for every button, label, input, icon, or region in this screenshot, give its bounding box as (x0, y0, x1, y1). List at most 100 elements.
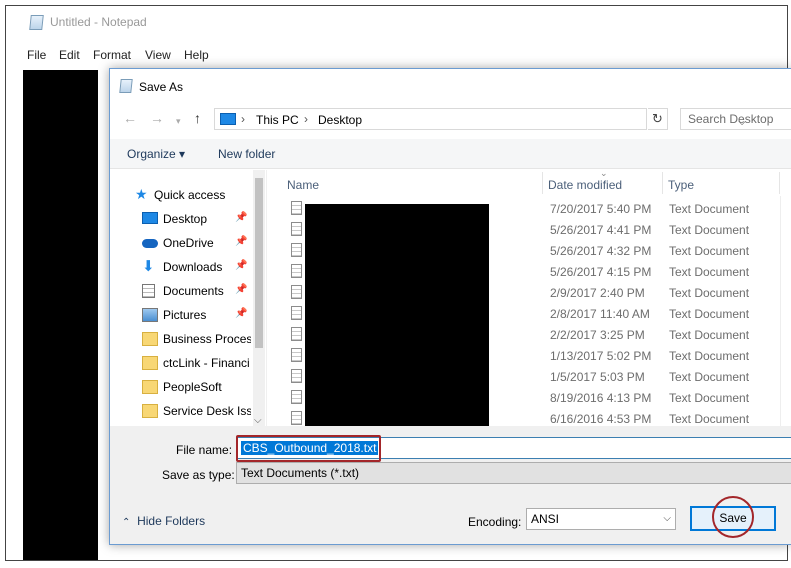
pin-icon: 📌 (235, 212, 248, 223)
nav-item-downloads[interactable]: ⬇ Downloads 📌 (110, 256, 254, 278)
save-type-select[interactable]: Text Documents (*.txt) (236, 462, 791, 484)
text-file-icon (291, 348, 302, 362)
column-divider[interactable] (542, 172, 543, 194)
documents-icon (142, 284, 155, 298)
encoding-select[interactable]: ANSI ⌵ (526, 508, 676, 530)
desktop-icon (142, 212, 158, 224)
text-file-icon (291, 243, 302, 257)
dialog-footer: File name: CBS_Outbound_2018.txt Save as… (110, 426, 791, 544)
menu-file[interactable]: File (27, 48, 46, 62)
file-date: 6/16/2016 4:53 PM (550, 412, 652, 426)
text-file-icon (291, 285, 302, 299)
dialog-title: Save As (139, 80, 184, 94)
annotation-highlight-box (236, 435, 381, 462)
text-file-icon (291, 222, 302, 236)
breadcrumb-this-pc[interactable]: This PC (256, 113, 299, 127)
file-date: 5/26/2017 4:32 PM (550, 244, 652, 258)
pin-icon: 📌 (235, 236, 248, 247)
file-list-scrollbar[interactable] (780, 196, 791, 426)
column-type[interactable]: Type (668, 178, 694, 192)
scrollbar-thumb[interactable] (255, 178, 263, 348)
navigation-pane: ★ Quick access Desktop 📌 OneDrive 📌 ⬇ Do… (110, 170, 266, 426)
nav-item-peoplesoft[interactable]: PeopleSoft (110, 376, 254, 398)
nav-pane-scrollbar[interactable]: ⌵ (253, 170, 265, 426)
breadcrumb-chevron-icon: › (241, 112, 245, 126)
menu-format[interactable]: Format (93, 48, 131, 62)
up-arrow-icon[interactable]: ↑ (194, 111, 201, 125)
chevron-up-icon: ⌃ (122, 517, 131, 528)
breadcrumb-chevron-icon: › (304, 112, 308, 126)
nav-item-business-process[interactable]: Business Process (110, 328, 254, 350)
file-date: 1/5/2017 5:03 PM (550, 370, 645, 384)
save-as-dialog: Save As ← → ▾ ↑ › This PC › Desktop ⌵ ↻ … (109, 68, 791, 545)
nav-item-documents[interactable]: Documents 📌 (110, 280, 254, 302)
nav-item-label: ctcLink - Financi (163, 356, 250, 370)
encoding-value: ANSI (531, 512, 560, 526)
folder-icon (142, 332, 158, 346)
column-name[interactable]: Name (287, 178, 319, 192)
chevron-down-icon[interactable]: ⌵ (663, 509, 671, 529)
file-type: Text Document (669, 265, 750, 279)
encoding-label: Encoding: (468, 515, 522, 529)
save-type-label: Save as type: (162, 468, 235, 482)
new-folder-button[interactable]: New folder (218, 147, 275, 161)
cloud-icon (142, 239, 158, 248)
notepad-icon (119, 79, 133, 93)
nav-item-label: Business Process (163, 332, 251, 346)
file-name-label: File name: (176, 443, 233, 457)
menu-edit[interactable]: Edit (59, 48, 80, 62)
column-date-modified[interactable]: Date modified (548, 178, 622, 192)
notepad-title: Untitled - Notepad (50, 15, 147, 29)
file-type: Text Document (669, 391, 750, 405)
file-type: Text Document (669, 202, 750, 216)
nav-item-label: PeopleSoft (163, 380, 222, 394)
menu-view[interactable]: View (145, 48, 171, 62)
file-type: Text Document (669, 307, 750, 321)
back-arrow-icon[interactable]: ← (123, 111, 137, 125)
file-list-header: Name ⌄ Date modified Type (267, 168, 791, 196)
folder-icon (142, 380, 158, 394)
nav-item-desktop[interactable]: Desktop 📌 (110, 208, 254, 230)
nav-item-label: Quick access (154, 188, 226, 202)
column-divider[interactable] (662, 172, 663, 194)
breadcrumb-desktop[interactable]: Desktop (318, 113, 362, 127)
dialog-titlebar: Save As (110, 69, 791, 101)
download-icon: ⬇ (142, 258, 155, 275)
command-bar: Organize ▾ New folder (110, 139, 791, 169)
file-date: 7/20/2017 5:40 PM (550, 202, 652, 216)
search-input[interactable]: Search Desktop (680, 108, 791, 130)
text-file-icon (291, 327, 302, 341)
hide-folders-label: Hide Folders (137, 514, 206, 528)
notepad-menubar: File Edit Format View Help (6, 48, 787, 68)
redacted-file-names (305, 204, 489, 426)
folder-icon (142, 356, 158, 370)
nav-item-label: Service Desk Issu (163, 404, 251, 418)
hide-folders-button[interactable]: ⌃ Hide Folders (122, 514, 205, 528)
nav-item-service-desk[interactable]: Service Desk Issu (110, 400, 254, 422)
notepad-icon (29, 15, 44, 30)
star-icon: ★ (135, 186, 148, 202)
file-type: Text Document (669, 349, 750, 363)
text-file-icon (291, 390, 302, 404)
this-pc-icon (220, 113, 236, 125)
nav-item-ctclink[interactable]: ctcLink - Financi (110, 352, 254, 374)
column-divider[interactable] (779, 172, 780, 194)
nav-item-pictures[interactable]: Pictures 📌 (110, 304, 254, 326)
nav-item-onedrive[interactable]: OneDrive 📌 (110, 232, 254, 254)
forward-arrow-icon[interactable]: → (150, 111, 164, 125)
file-type: Text Document (669, 244, 750, 258)
organize-button[interactable]: Organize ▾ (127, 147, 185, 161)
address-bar[interactable]: › This PC › Desktop ⌵ (214, 108, 746, 130)
recent-chevron-down-icon[interactable]: ▾ (176, 114, 181, 128)
refresh-icon[interactable]: ↻ (648, 108, 668, 130)
menu-help[interactable]: Help (184, 48, 209, 62)
file-date: 8/19/2016 4:13 PM (550, 391, 652, 405)
nav-item-quick-access[interactable]: ★ Quick access (110, 184, 254, 206)
file-date: 1/13/2017 5:02 PM (550, 349, 652, 363)
chevron-down-icon[interactable]: ⌵ (254, 415, 262, 426)
pin-icon: 📌 (235, 284, 248, 295)
file-date: 2/8/2017 11:40 AM (550, 307, 650, 321)
notepad-edit-area[interactable] (23, 70, 98, 560)
file-type: Text Document (669, 328, 750, 342)
file-list: Name ⌄ Date modified Type 7/20/2017 5:40… (266, 168, 791, 426)
